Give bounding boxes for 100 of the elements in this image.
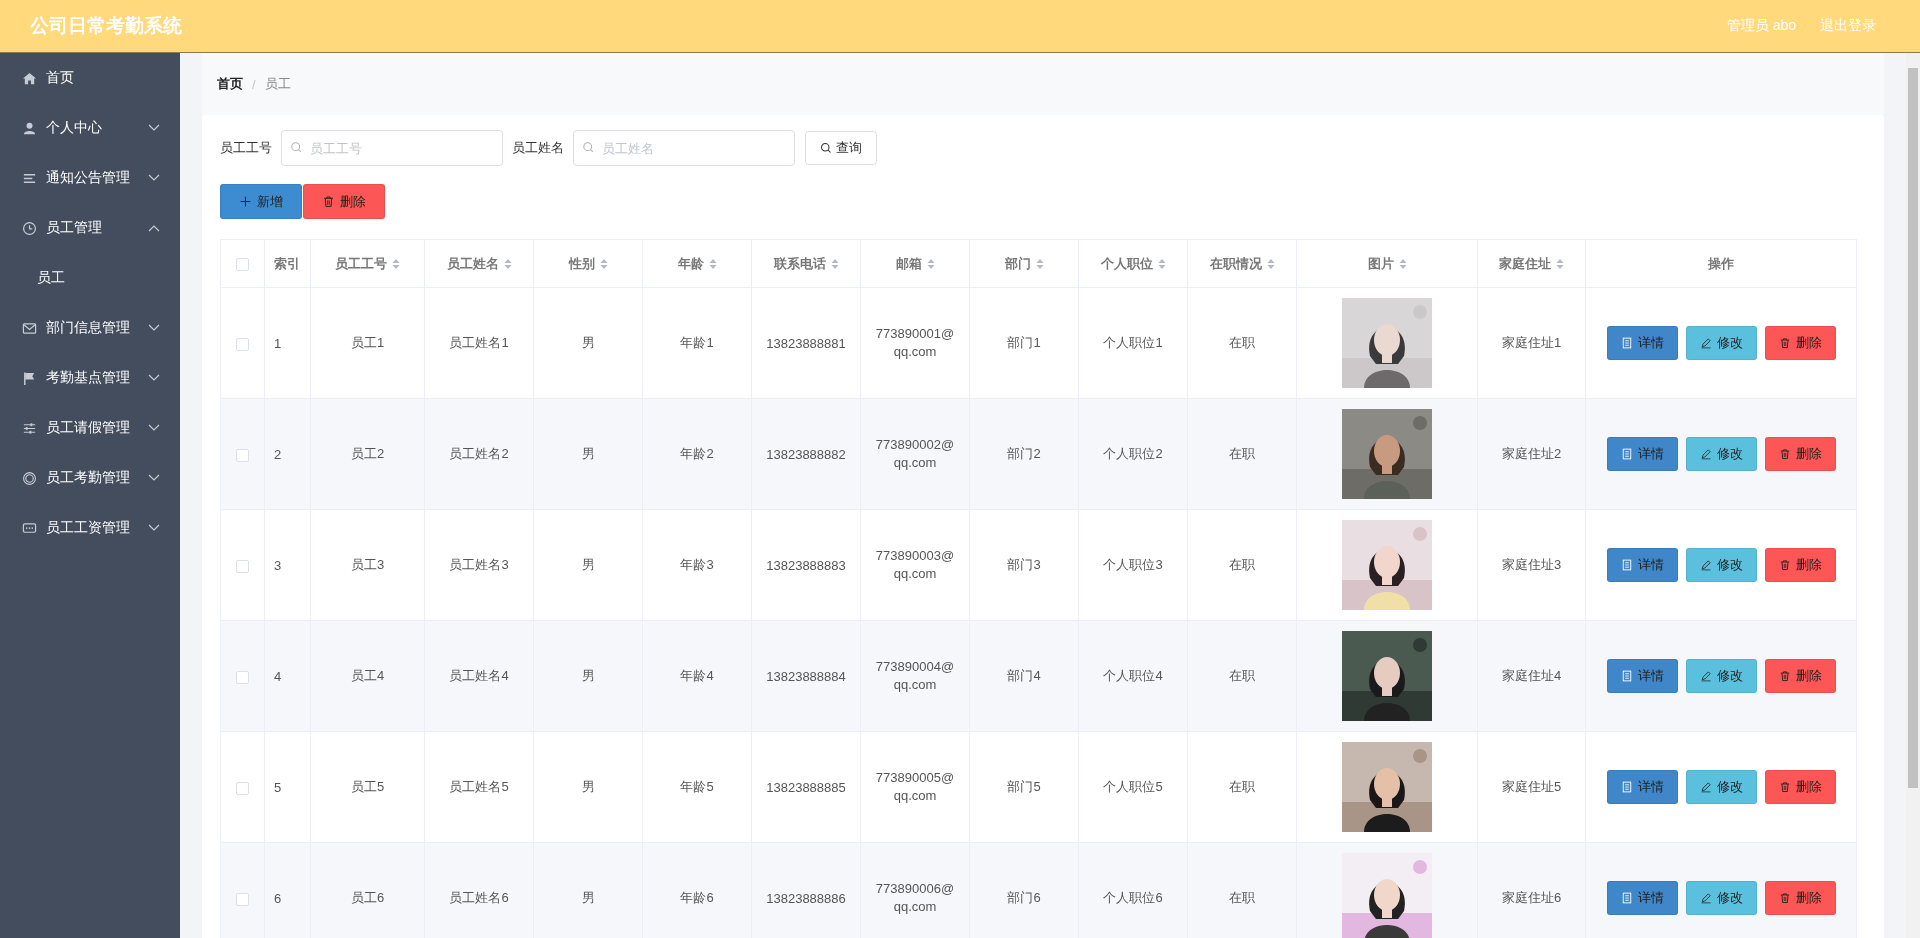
breadcrumb-item[interactable]: 首页 xyxy=(217,75,243,93)
table-cell: 4 xyxy=(274,668,282,684)
breadcrumb-separator: / xyxy=(252,76,256,92)
detail-button[interactable]: 详情 xyxy=(1606,770,1678,804)
envelope-icon xyxy=(22,320,37,336)
checkbox[interactable] xyxy=(236,337,249,351)
table-cell: 员工姓名6 xyxy=(449,890,509,905)
delete-button[interactable]: 删除 xyxy=(1764,437,1836,471)
delete-button[interactable]: 删除 xyxy=(1764,881,1836,915)
table-cell: 773890002@qq.com xyxy=(874,436,956,472)
table-cell: 13823888885 xyxy=(766,779,846,795)
table-cell: 13823888881 xyxy=(766,335,846,351)
column-header[interactable]: 年龄 xyxy=(677,254,717,273)
table-cell: 家庭住址2 xyxy=(1501,446,1562,461)
table-cell: 个人职位5 xyxy=(1103,779,1163,794)
sidebar-item[interactable]: 员工考勤管理 xyxy=(0,453,180,503)
sidebar-item[interactable]: 部门信息管理 xyxy=(0,303,180,353)
table-cell: 员工姓名2 xyxy=(449,446,509,461)
submenu-item[interactable]: 员工 xyxy=(0,253,180,303)
sidebar-item[interactable]: 首页 xyxy=(0,53,180,103)
search-icon xyxy=(582,141,595,154)
delete-button[interactable]: 删除 xyxy=(1764,770,1836,804)
table-cell: 男 xyxy=(581,779,595,794)
checkbox[interactable] xyxy=(236,670,249,684)
table-cell: 年龄1 xyxy=(680,335,714,350)
sort-icon xyxy=(830,257,839,270)
search-field[interactable]: 员工工号 xyxy=(281,130,503,166)
table-cell: 年龄6 xyxy=(680,890,714,905)
table-cell: 员工6 xyxy=(350,890,385,905)
table-cell: 男 xyxy=(581,446,595,461)
table-cell: 年龄4 xyxy=(680,668,714,683)
sort-icon xyxy=(926,257,935,270)
column-header: 索引 xyxy=(274,254,300,273)
search-icon xyxy=(820,142,832,154)
sidebar-item[interactable]: 个人中心 xyxy=(0,103,180,153)
table-cell: 员工5 xyxy=(350,779,385,794)
field-label: 员工姓名 xyxy=(512,139,564,157)
edit-button[interactable]: 修改 xyxy=(1685,326,1757,360)
checkbox[interactable] xyxy=(236,892,249,906)
sidebar-item[interactable]: 员工管理 xyxy=(0,203,180,253)
sidebar-item[interactable]: 员工工资管理 xyxy=(0,503,180,553)
sidebar-item[interactable]: 通知公告管理 xyxy=(0,153,180,203)
table-cell: 个人职位4 xyxy=(1103,668,1163,683)
user-icon xyxy=(22,120,37,136)
delete-button[interactable]: 删除 xyxy=(1764,326,1836,360)
detail-button[interactable]: 详情 xyxy=(1606,326,1678,360)
trash-icon xyxy=(1778,337,1791,349)
checkbox[interactable] xyxy=(236,258,249,272)
sidebar-item[interactable]: 考勤基点管理 xyxy=(0,353,180,403)
table-cell: 部门2 xyxy=(1007,446,1041,461)
detail-button[interactable]: 详情 xyxy=(1606,437,1678,471)
checkbox[interactable] xyxy=(236,559,249,573)
add-button[interactable]: 新增 xyxy=(220,184,302,219)
trash-icon xyxy=(1778,892,1791,904)
delete-button[interactable]: 删除 xyxy=(1764,659,1836,693)
plus-icon xyxy=(239,195,252,208)
pencil-icon xyxy=(1699,559,1712,571)
table-cell: 员工1 xyxy=(350,335,385,350)
pencil-icon xyxy=(1699,892,1712,904)
table-cell: 家庭住址4 xyxy=(1501,668,1562,683)
table-cell: 员工姓名3 xyxy=(449,557,509,572)
column-header[interactable]: 性别 xyxy=(568,254,608,273)
sort-icon xyxy=(708,257,717,270)
field-label: 员工工号 xyxy=(220,139,272,157)
table-cell: 773890006@qq.com xyxy=(874,880,956,916)
checkbox[interactable] xyxy=(236,781,249,795)
delete-button[interactable]: 删除 xyxy=(1764,548,1836,582)
scrollbar[interactable] xyxy=(1906,53,1920,938)
detail-button[interactable]: 详情 xyxy=(1606,659,1678,693)
user-label: 管理员 abo xyxy=(1726,17,1796,35)
sidebar-item[interactable]: 员工请假管理 xyxy=(0,403,180,453)
query-button[interactable]: 查询 xyxy=(805,131,877,165)
search-field[interactable]: 员工姓名 xyxy=(573,130,795,166)
table-cell: 家庭住址5 xyxy=(1501,779,1562,794)
table-cell: 个人职位3 xyxy=(1103,557,1163,572)
table-cell: 员工姓名4 xyxy=(449,668,509,683)
edit-button[interactable]: 修改 xyxy=(1685,881,1757,915)
table-cell: 个人职位2 xyxy=(1103,446,1163,461)
column-header[interactable]: 图片 xyxy=(1367,254,1407,273)
table-cell: 男 xyxy=(581,668,595,683)
table-cell: 773890001@qq.com xyxy=(874,325,956,361)
table-cell: 男 xyxy=(581,890,595,905)
edit-button[interactable]: 修改 xyxy=(1685,548,1757,582)
ring-icon xyxy=(22,470,37,486)
detail-button[interactable]: 详情 xyxy=(1606,881,1678,915)
sort-icon xyxy=(503,257,512,270)
edit-button[interactable]: 修改 xyxy=(1685,437,1757,471)
detail-button[interactable]: 详情 xyxy=(1606,548,1678,582)
column-header[interactable]: 邮箱 xyxy=(895,254,935,273)
clock-icon xyxy=(22,220,37,236)
edit-button[interactable]: 修改 xyxy=(1685,659,1757,693)
sort-icon xyxy=(1035,257,1044,270)
column-header[interactable]: 部门 xyxy=(1004,254,1044,273)
table-cell: 个人职位1 xyxy=(1103,335,1163,350)
table-cell: 员工2 xyxy=(350,446,385,461)
checkbox[interactable] xyxy=(236,448,249,462)
table-cell: 13823888886 xyxy=(766,890,846,906)
delete-button[interactable]: 删除 xyxy=(303,184,385,219)
edit-button[interactable]: 修改 xyxy=(1685,770,1757,804)
trash-icon xyxy=(322,195,335,208)
